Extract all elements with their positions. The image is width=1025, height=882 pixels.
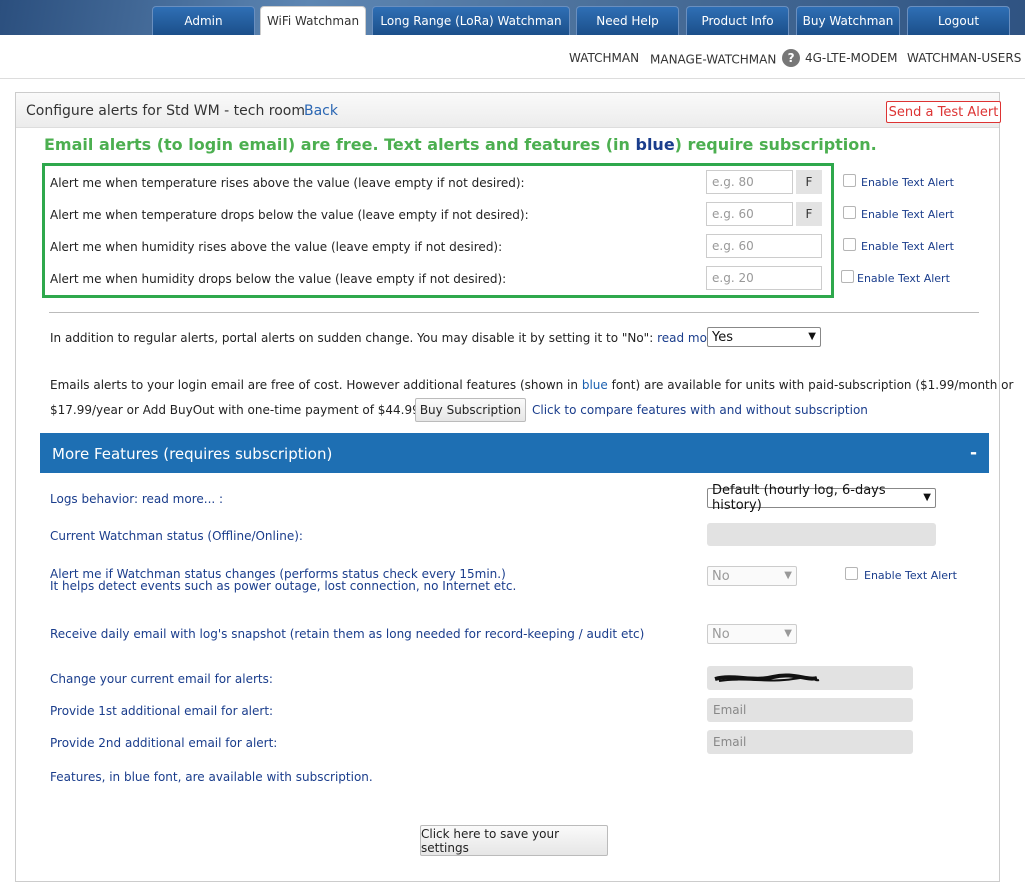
current-status-field — [707, 523, 936, 546]
subscription-info-suffix: font) are available for units with paid-… — [607, 378, 1014, 392]
text-alert-label[interactable]: Enable Text Alert — [861, 208, 954, 221]
temp-unit-badge: F — [796, 170, 822, 194]
status-change-value: No — [712, 568, 730, 584]
additional-email-1-input[interactable]: Email — [707, 698, 913, 722]
collapse-icon[interactable]: - — [970, 443, 977, 463]
subscription-info-blue-word: blue — [581, 378, 608, 392]
text-alert-checkbox[interactable] — [843, 238, 856, 251]
save-settings-button[interactable]: Click here to save your settings — [420, 825, 608, 856]
temp-unit-badge: F — [796, 202, 822, 226]
sub-nav: WATCHMAN MANAGE-WATCHMAN ? 4G-LTE-MODEM … — [0, 35, 1025, 79]
subscription-info-prefix: Emails alerts to your login email are fr… — [50, 378, 582, 392]
notice-blue-word: blue — [635, 135, 675, 154]
current-status-label: Current Watchman status (Offline/Online)… — [50, 529, 303, 543]
subscription-notice: Email alerts (to login email) are free. … — [44, 135, 877, 154]
more-features-title: More Features (requires subscription) — [52, 445, 333, 463]
daily-email-value: No — [712, 626, 730, 642]
sudden-change-label: In addition to regular alerts, portal al… — [50, 331, 658, 345]
text-alert-label[interactable]: Enable Text Alert — [857, 272, 950, 285]
subscription-info-line1: Emails alerts to your login email are fr… — [50, 378, 1013, 392]
compare-features-link[interactable]: Click to compare features with and witho… — [532, 403, 868, 417]
chevron-down-icon: ▼ — [923, 492, 931, 503]
back-link[interactable]: Back — [304, 103, 338, 119]
additional-email-1-label: Provide 1st additional email for alert: — [50, 704, 274, 718]
alert-humidity-above-input[interactable]: e.g. 60 — [706, 234, 822, 258]
text-alert-checkbox[interactable] — [843, 206, 856, 219]
change-email-label: Change your current email for alerts: — [50, 672, 273, 686]
subnav-manage-watchman[interactable]: MANAGE-WATCHMAN ? — [650, 49, 801, 69]
sudden-change-select[interactable]: Yes ▼ — [707, 327, 821, 347]
notice-suffix: ) require subscription. — [674, 135, 877, 154]
logs-behavior-label: Logs behavior: read more... : — [50, 492, 223, 506]
alert-temp-above-input[interactable]: e.g. 80 — [706, 170, 793, 194]
logs-read-more-link[interactable]: read more... — [142, 492, 215, 506]
tab-logout[interactable]: Logout — [907, 6, 1010, 35]
text-alert-checkbox[interactable] — [843, 174, 856, 187]
text-alert-checkbox[interactable] — [841, 270, 854, 283]
logs-colon: : — [215, 492, 224, 506]
subnav-watchman[interactable]: WATCHMAN — [569, 51, 639, 65]
tab-buy-watchman[interactable]: Buy Watchman — [796, 6, 900, 35]
subnav-manage-watchman-label[interactable]: MANAGE-WATCHMAN — [650, 53, 776, 67]
text-alert-label[interactable]: Enable Text Alert — [861, 240, 954, 253]
alert-humidity-below-label: Alert me when humidity drops below the v… — [50, 272, 507, 286]
text-alert-checkbox[interactable] — [845, 567, 858, 580]
page-title: Configure alerts for Std WM - tech room — [26, 103, 306, 119]
sudden-change-text: In addition to regular alerts, portal al… — [50, 331, 730, 345]
additional-email-2-input[interactable]: Email — [707, 730, 913, 754]
divider — [49, 312, 979, 313]
subnav-watchman-users[interactable]: WATCHMAN-USERS — [907, 51, 1021, 65]
status-change-select[interactable]: No ▼ — [707, 566, 797, 586]
top-nav-bar: Admin WiFi Watchman Long Range (LoRa) Wa… — [0, 0, 1025, 35]
text-alert-label[interactable]: Enable Text Alert — [861, 176, 954, 189]
logs-behavior-text: Logs behavior: — [50, 492, 142, 506]
redacted-email-scribble — [714, 673, 820, 682]
subscription-info-line2: $17.99/year or Add BuyOut with one-time … — [50, 403, 429, 417]
alert-humidity-below-input[interactable]: e.g. 20 — [706, 266, 822, 290]
tab-lora-watchman[interactable]: Long Range (LoRa) Watchman — [372, 6, 570, 35]
tab-wifi-watchman[interactable]: WiFi Watchman — [260, 6, 366, 35]
daily-email-select[interactable]: No ▼ — [707, 624, 797, 644]
send-test-alert-button[interactable]: Send a Test Alert — [886, 101, 1001, 123]
status-change-label-line2: It helps detect events such as power out… — [50, 579, 517, 593]
text-alert-label[interactable]: Enable Text Alert — [864, 569, 957, 582]
panel-header: Configure alerts for Std WM - tech room … — [16, 93, 1001, 128]
alert-temp-below-input[interactable]: e.g. 60 — [706, 202, 793, 226]
current-email-field[interactable] — [707, 666, 913, 690]
subnav-4g-lte-modem[interactable]: 4G-LTE-MODEM — [805, 51, 898, 65]
chevron-down-icon: ▼ — [784, 628, 792, 639]
additional-email-2-label: Provide 2nd additional email for alert: — [50, 736, 278, 750]
buy-subscription-button[interactable]: Buy Subscription — [415, 398, 526, 422]
chevron-down-icon: ▼ — [784, 570, 792, 581]
alert-temp-below-label: Alert me when temperature drops below th… — [50, 208, 529, 222]
tab-product-info[interactable]: Product Info — [686, 6, 789, 35]
chevron-down-icon: ▼ — [808, 331, 816, 342]
daily-email-label: Receive daily email with log's snapshot … — [50, 627, 645, 641]
logs-behavior-select[interactable]: Default (hourly log, 6-days history) ▼ — [707, 483, 936, 513]
tab-need-help[interactable]: Need Help — [576, 6, 679, 35]
sudden-change-value: Yes — [712, 329, 733, 345]
tab-admin[interactable]: Admin — [152, 6, 255, 35]
logs-behavior-value: Default (hourly log, 6-days history) — [712, 483, 886, 513]
features-footer-note: Features, in blue font, are available wi… — [50, 770, 373, 784]
alert-humidity-above-label: Alert me when humidity rises above the v… — [50, 240, 503, 254]
notice-prefix: Email alerts (to login email) are free. … — [44, 135, 636, 154]
help-icon[interactable]: ? — [782, 49, 801, 67]
alert-temp-above-label: Alert me when temperature rises above th… — [50, 176, 525, 190]
more-features-header[interactable]: More Features (requires subscription) - — [40, 433, 989, 473]
